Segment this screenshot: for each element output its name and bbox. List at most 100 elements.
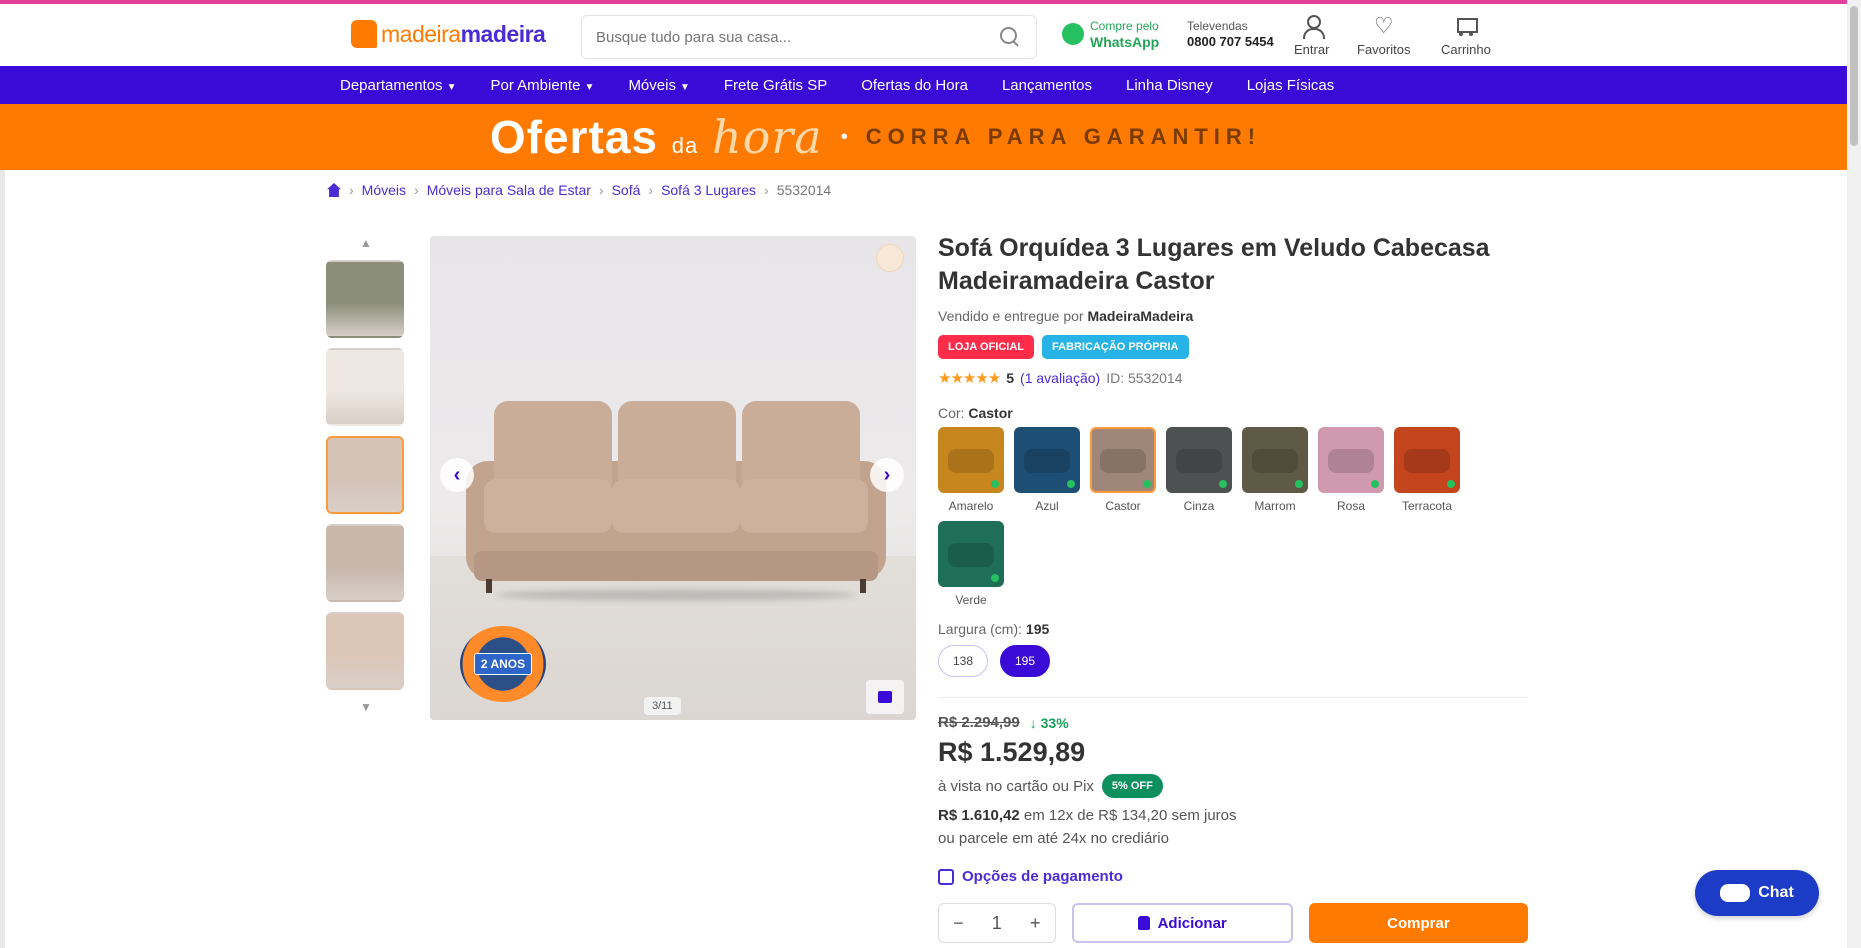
payment-options-link[interactable]: Opções de pagamento xyxy=(938,868,1528,885)
qty-minus-button[interactable]: − xyxy=(953,913,964,934)
nav-item-lojas-fisicas[interactable]: Lojas Físicas xyxy=(1230,77,1352,94)
color-swatch[interactable]: Castor xyxy=(1090,427,1156,513)
swatch-image xyxy=(1090,427,1156,493)
whatsapp-link[interactable]: Compre pelo WhatsApp xyxy=(1062,18,1159,50)
color-swatches: Amarelo Azul Castor Cinza Marrom Rosa Terracot… xyxy=(938,427,1478,607)
thumbnail[interactable] xyxy=(326,348,404,426)
promo-subtitle: CORRA PARA GARANTIR! xyxy=(865,124,1262,149)
color-swatch[interactable]: Amarelo xyxy=(938,427,1004,513)
phone-contact[interactable]: Televendas 0800 707 5454 xyxy=(1187,18,1274,50)
length-label: Largura (cm): 195 xyxy=(938,621,1050,637)
color-swatch[interactable]: Verde xyxy=(938,521,1004,607)
product-title: Sofá Orquídea 3 Lugares em Veludo Cabeca… xyxy=(938,234,1490,295)
qty-value[interactable]: 1 xyxy=(992,913,1002,934)
whatsapp-text: Compre pelo WhatsApp xyxy=(1090,19,1160,50)
promo-title: Ofertas da hora xyxy=(489,110,823,164)
chevron-up-icon[interactable]: ▲ xyxy=(326,236,406,260)
add-to-cart-button[interactable]: Adicionar xyxy=(1071,903,1293,943)
rating: ★★★★★ 5 (1 avaliação) ID: 5532014 xyxy=(938,369,1528,387)
quantity-stepper: − 1 + xyxy=(938,903,1056,943)
promo-banner[interactable]: Ofertas da hora • CORRA PARA GARANTIR! xyxy=(0,104,1861,170)
search-bar xyxy=(581,15,1037,59)
login-button[interactable]: Entrar xyxy=(1294,14,1329,57)
favorite-icon[interactable] xyxy=(876,244,904,272)
chat-icon xyxy=(1720,884,1751,902)
chevron-right-icon[interactable]: › xyxy=(870,458,904,492)
qty-plus-button[interactable]: + xyxy=(1030,913,1041,934)
nav-item-por-ambiente[interactable]: Por Ambiente ▼ xyxy=(473,77,611,94)
thumbnail[interactable] xyxy=(326,524,404,602)
favorites-button[interactable]: ♡ Favoritos xyxy=(1357,14,1410,58)
buy-row: − 1 + Adicionar Comprar xyxy=(938,903,1528,943)
old-price-row: R$ 2.294,99 ↓ 33% xyxy=(938,714,1528,731)
badges: LOJA OFICIAL FABRICAÇÃO PRÓPRIA xyxy=(938,335,1528,359)
scrollbar-thumb[interactable] xyxy=(1850,6,1858,146)
chevron-down-icon[interactable]: ▼ xyxy=(326,700,406,724)
site-logo[interactable]: madeiramadeira xyxy=(351,20,546,48)
promo-separator: • xyxy=(840,125,848,148)
rating-value: 5 xyxy=(1006,370,1015,386)
image-counter: 3/11 xyxy=(644,697,681,715)
swatch-label: Castor xyxy=(1105,499,1141,513)
nav-item-linha-disney[interactable]: Linha Disney xyxy=(1109,77,1230,94)
add-label: Adicionar xyxy=(1157,914,1227,932)
pix-discount-badge: 5% OFF xyxy=(1101,774,1163,798)
color-swatch[interactable]: Azul xyxy=(1014,427,1080,513)
swatch-label: Azul xyxy=(1035,499,1059,513)
nav-item-frete-gratis[interactable]: Frete Grátis SP xyxy=(707,77,844,94)
color-swatch[interactable]: Terracota xyxy=(1394,427,1460,513)
product-info: Sofá Orquídea 3 Lugares em Veludo Cabeca… xyxy=(938,232,1528,943)
thumbnail[interactable] xyxy=(326,436,404,514)
chat-button[interactable]: Chat xyxy=(1695,870,1819,916)
color-swatch[interactable]: Cinza xyxy=(1166,427,1232,513)
warranty-text: 2 ANOS xyxy=(473,653,533,675)
reviews-link[interactable]: (1 avaliação) xyxy=(1020,370,1100,386)
sofa-shadow xyxy=(496,589,856,601)
color-swatch[interactable]: Marrom xyxy=(1242,427,1308,513)
cart-button[interactable]: Carrinho xyxy=(1441,14,1491,57)
swatch-label: Terracota xyxy=(1401,499,1453,513)
breadcrumb-current: 5532014 xyxy=(776,182,832,198)
product-main-image[interactable]: ‹ › 2 ANOS 3/11 xyxy=(430,236,916,720)
swatch-image xyxy=(938,521,1004,587)
thumbnail[interactable] xyxy=(326,612,404,690)
buy-button[interactable]: Comprar xyxy=(1308,903,1528,943)
sofa-seat xyxy=(612,479,740,533)
nav-item-moveis[interactable]: Móveis ▼ xyxy=(611,77,706,94)
breadcrumb-link[interactable]: Sofá 3 Lugares xyxy=(661,182,756,198)
home-icon[interactable] xyxy=(327,183,341,197)
nav-item-lancamentos[interactable]: Lançamentos xyxy=(985,77,1109,94)
breadcrumb-link[interactable]: Móveis xyxy=(362,182,406,198)
breadcrumb-separator: › xyxy=(764,182,769,198)
main-nav: Departamentos ▼ Por Ambiente ▼ Móveis ▼ Fre… xyxy=(0,66,1861,104)
breadcrumb-separator: › xyxy=(414,182,419,198)
sofa-image xyxy=(466,401,886,631)
length-option[interactable]: 138 xyxy=(938,645,988,677)
color-swatch[interactable]: Rosa xyxy=(1318,427,1384,513)
chevron-left-icon[interactable]: ‹ xyxy=(440,458,474,492)
swatch-label: Marrom xyxy=(1254,499,1296,513)
warranty-seal: 2 ANOS xyxy=(460,626,546,702)
sofa-leg xyxy=(486,579,492,593)
search-icon[interactable] xyxy=(998,25,1022,49)
search-input[interactable] xyxy=(596,28,998,46)
chevron-down-icon: ▼ xyxy=(446,81,457,93)
seller-name[interactable]: MadeiraMadeira xyxy=(1087,308,1193,324)
breadcrumb-link[interactable]: Sofá xyxy=(612,182,641,198)
breadcrumb-link[interactable]: Móveis para Sala de Estar xyxy=(427,182,591,198)
installment-amount: R$ 1.610,42 xyxy=(938,807,1020,824)
sofa-seat xyxy=(740,479,868,533)
site-header: madeiramadeira Compre peloWhatsApp Telev… xyxy=(0,4,1861,66)
chat-label: Chat xyxy=(1758,884,1794,901)
scrollbar[interactable] xyxy=(1847,0,1861,948)
payment-icon xyxy=(938,868,954,885)
logo-text: madeiramadeira xyxy=(381,20,546,47)
length-option[interactable]: 195 xyxy=(1000,645,1050,677)
breadcrumb-separator: › xyxy=(349,182,354,198)
nav-item-departamentos[interactable]: Departamentos ▼ xyxy=(340,77,473,94)
zoom-icon[interactable] xyxy=(866,680,904,714)
thumbnail[interactable] xyxy=(326,260,404,338)
nav-item-ofertas[interactable]: Ofertas do Hora xyxy=(844,77,985,94)
seller-info: Vendido e entregue por MadeiraMadeira xyxy=(938,308,1194,324)
swatch-image xyxy=(1242,427,1308,493)
